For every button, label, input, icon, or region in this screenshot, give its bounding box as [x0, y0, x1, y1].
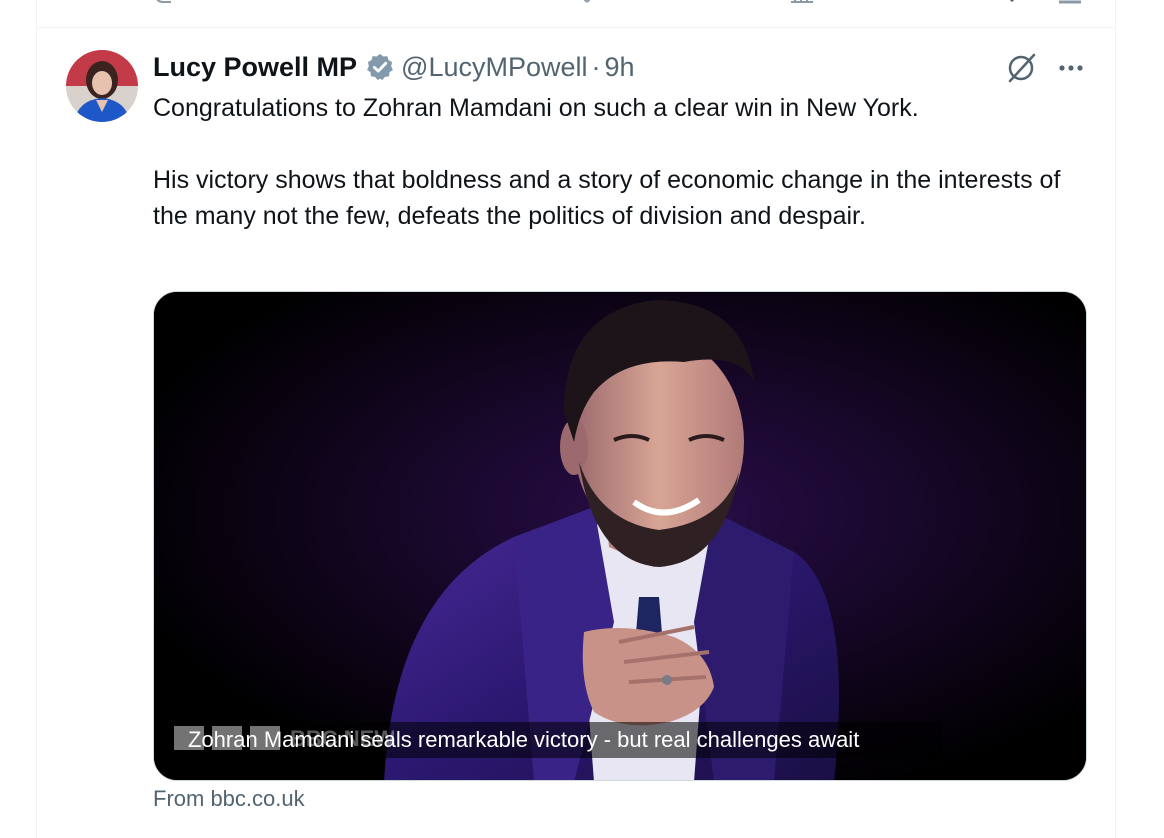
- timeline-column: Lucy Powell MP @LucyMPowell · 9h Congrat…: [36, 0, 1116, 838]
- reply-icon[interactable]: [153, 0, 173, 4]
- card-source[interactable]: From bbc.co.uk: [153, 786, 305, 812]
- card-caption: BBC NEWS Zohran Mamdani seals remarkable…: [172, 722, 942, 758]
- share-icon[interactable]: [1057, 0, 1083, 4]
- tweet-paragraph: Congratulations to Zohran Mamdani on suc…: [153, 94, 919, 122]
- views-icon[interactable]: [789, 0, 815, 4]
- previous-tweet-edge: [37, 0, 1115, 28]
- card-title[interactable]: Zohran Mamdani seals remarkable victory …: [172, 722, 859, 758]
- grok-icon[interactable]: [1005, 52, 1037, 84]
- link-preview-card[interactable]: BBC NEWS Zohran Mamdani seals remarkable…: [153, 291, 1087, 781]
- tweet-header: Lucy Powell MP @LucyMPowell · 9h: [153, 50, 635, 84]
- avatar[interactable]: [66, 50, 138, 122]
- display-name[interactable]: Lucy Powell MP: [153, 52, 357, 83]
- like-icon[interactable]: [577, 0, 597, 4]
- bookmark-icon[interactable]: [999, 0, 1025, 6]
- separator-dot: ·: [591, 51, 601, 82]
- tweet-paragraph: His victory shows that boldness and a st…: [153, 166, 1061, 230]
- tweet-body: Congratulations to Zohran Mamdani on suc…: [153, 90, 1073, 234]
- verified-badge-icon[interactable]: [365, 52, 395, 82]
- timestamp[interactable]: 9h: [605, 52, 635, 83]
- more-icon[interactable]: [1055, 54, 1087, 82]
- card-image: [154, 292, 1086, 780]
- user-handle[interactable]: @LucyMPowell: [401, 52, 587, 83]
